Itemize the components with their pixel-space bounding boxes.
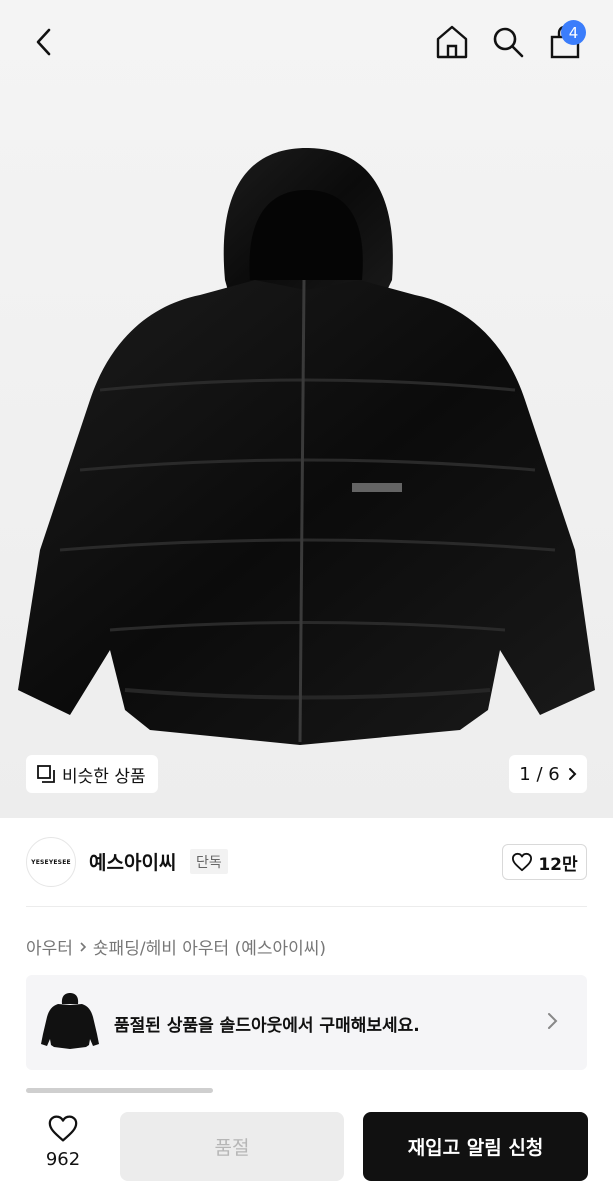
heart-icon	[48, 1115, 78, 1142]
chevron-right-icon	[80, 941, 87, 952]
scroll-indicator	[26, 1088, 213, 1093]
brand-row: YESEYESEE 예스아이씨 단독 12만	[0, 834, 613, 890]
brand-like-count: 12만	[538, 854, 578, 875]
breadcrumb: 아우터 숏패딩/헤비 아우터 (예스아이씨)	[26, 934, 326, 959]
brand-name[interactable]: 예스아이씨	[89, 848, 176, 875]
page-indicator-text: 1 / 6	[519, 763, 560, 785]
back-arrow-icon[interactable]	[24, 22, 64, 62]
brand-logo-text: YESEYESEE	[31, 858, 71, 866]
banner-product-thumbnail	[41, 993, 99, 1049]
product-image-gallery[interactable]: 4 비슷한 상품 1 / 6	[0, 0, 613, 818]
soldout-marketplace-banner[interactable]: 품절된 상품을 솔드아웃에서 구매해보세요.	[26, 975, 587, 1070]
brand-like-button[interactable]: 12만	[502, 844, 587, 880]
chevron-right-icon	[548, 1013, 558, 1029]
wishlist-button[interactable]: 962	[30, 1114, 96, 1184]
breadcrumb-subcategory[interactable]: 숏패딩/헤비 아우터 (예스아이씨)	[93, 934, 326, 959]
chevron-right-icon	[568, 768, 577, 780]
banner-message: 품절된 상품을 솔드아웃에서 구매해보세요.	[114, 1016, 420, 1036]
restock-alert-button[interactable]: 재입고 알림 신청	[363, 1112, 588, 1181]
top-navigation-bar: 4	[0, 0, 613, 84]
home-icon[interactable]	[432, 22, 472, 62]
product-image	[18, 148, 595, 745]
image-page-indicator[interactable]: 1 / 6	[509, 755, 587, 793]
breadcrumb-category[interactable]: 아우터	[26, 934, 73, 959]
heart-icon	[512, 852, 533, 872]
similar-items-icon	[37, 765, 55, 783]
brand-logo[interactable]: YESEYESEE	[26, 837, 76, 887]
section-divider	[26, 906, 587, 907]
similar-products-label: 비슷한 상품	[62, 766, 146, 787]
soldout-button: 품절	[120, 1112, 344, 1181]
exclusive-tag: 단독	[190, 849, 228, 874]
bottom-action-bar: 962 품절 재입고 알림 신청	[0, 1096, 613, 1200]
wishlist-count: 962	[45, 1149, 81, 1170]
cart-count-badge: 4	[561, 20, 586, 45]
similar-products-button[interactable]: 비슷한 상품	[26, 755, 158, 793]
search-icon[interactable]	[488, 22, 528, 62]
